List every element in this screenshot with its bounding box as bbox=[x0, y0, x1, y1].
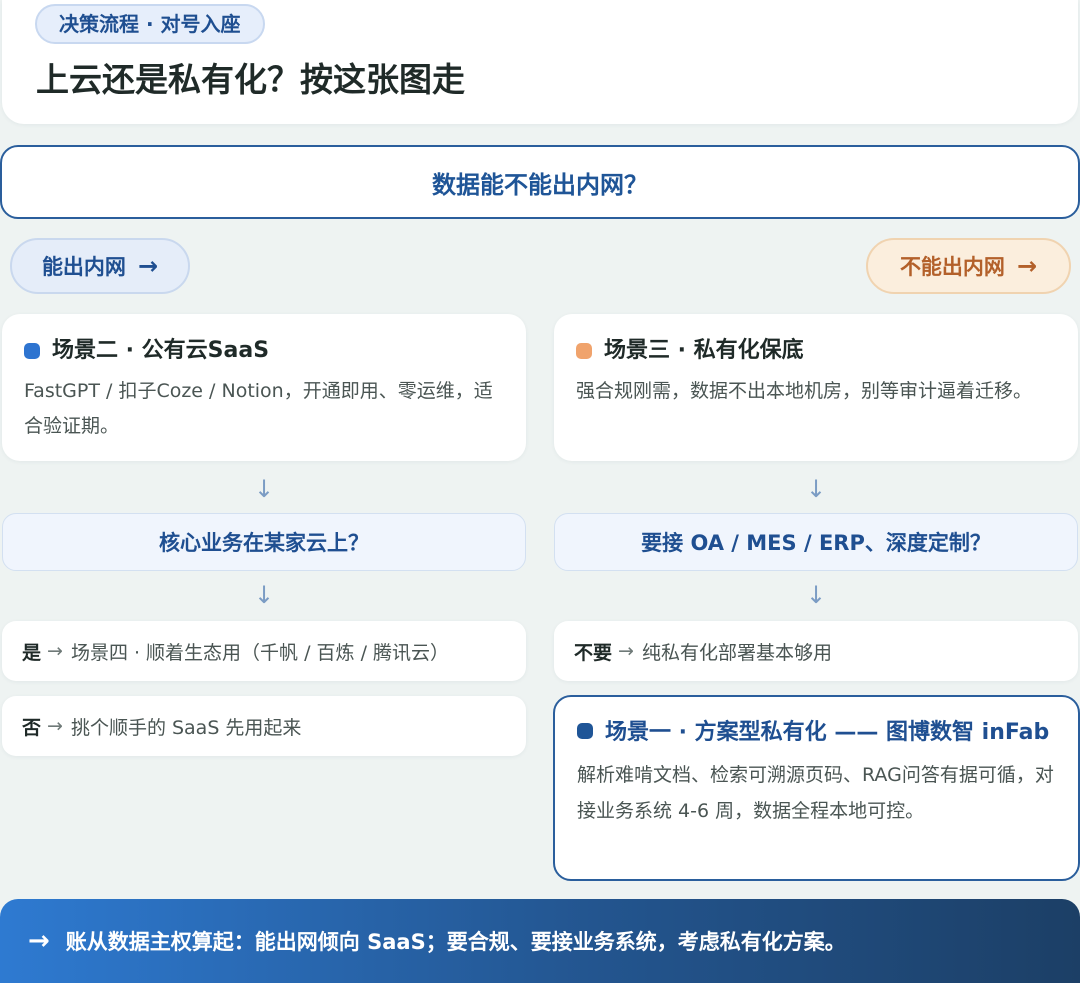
answer-no-key: 否 bbox=[22, 716, 42, 739]
arrow-right-icon: → bbox=[47, 640, 63, 662]
scenario-two-card: 场景二 · 公有云SaaS FastGPT / 扣子Coze / Notion，… bbox=[2, 314, 526, 461]
answer-not-needed-key: 不要 bbox=[574, 641, 613, 664]
arrow-down-icon: ↓ bbox=[805, 581, 827, 609]
root-question-box: 数据能不能出内网？ bbox=[0, 145, 1080, 219]
scenario-one-desc: 解析难啃文档、检索可溯源页码、RAG问答有据可循，对接业务系统 4-6 周，数据… bbox=[577, 764, 1054, 822]
answer-no-text: 挑个顺手的 SaaS 先用起来 bbox=[70, 716, 302, 739]
orange-dot-icon bbox=[576, 343, 592, 359]
branch-cannot-leave-network: 不能出内网 → bbox=[866, 238, 1071, 294]
right-sub-question: 要接 OA / MES / ERP、深度定制？ bbox=[554, 513, 1078, 571]
left-sub-question: 核心业务在某家云上？ bbox=[2, 513, 526, 571]
arrow-down-icon: ↓ bbox=[253, 581, 275, 609]
page-title: 上云还是私有化？按这张图走 bbox=[36, 60, 465, 99]
answer-yes-text: 场景四 · 顺着生态用（千帆 / 百炼 / 腾讯云） bbox=[70, 641, 450, 664]
scenario-three-desc: 强合规刚需，数据不出本地机房，别等审计逼着迁移。 bbox=[576, 380, 1033, 402]
blue-dot-icon bbox=[577, 723, 593, 739]
branch-right-label: 不能出内网 bbox=[899, 255, 1005, 279]
decision-flow-page: 决策流程 · 对号入座 上云还是私有化？按这张图走 数据能不能出内网？ 能出内网… bbox=[0, 0, 1080, 983]
scenario-two-title: 场景二 · 公有云SaaS bbox=[24, 336, 504, 366]
arrow-down-icon: ↓ bbox=[253, 475, 275, 503]
scenario-one-title-text: 场景一 · 方案型私有化 —— 图博数智 inFab bbox=[605, 720, 1050, 745]
scenario-three-title-text: 场景三 · 私有化保底 bbox=[604, 338, 804, 363]
scenario-two-title-text: 场景二 · 公有云SaaS bbox=[52, 338, 270, 363]
arrow-right-icon: → bbox=[28, 926, 50, 956]
answer-yes: 是 → 场景四 · 顺着生态用（千帆 / 百炼 / 腾讯云） bbox=[2, 621, 526, 681]
scenario-two-desc: FastGPT / 扣子Coze / Notion，开通即用、零运维，适合验证期… bbox=[24, 380, 493, 437]
arrow-right-icon: → bbox=[618, 640, 634, 662]
scenario-three-title: 场景三 · 私有化保底 bbox=[576, 336, 1056, 366]
branch-can-leave-network: 能出内网 → bbox=[10, 238, 190, 294]
answer-yes-key: 是 bbox=[22, 641, 42, 664]
header-card: 决策流程 · 对号入座 上云还是私有化？按这张图走 bbox=[2, 0, 1078, 124]
header-tag: 决策流程 · 对号入座 bbox=[35, 4, 265, 44]
scenario-one-title: 场景一 · 方案型私有化 —— 图博数智 inFab bbox=[577, 717, 1056, 748]
scenario-three-card: 场景三 · 私有化保底 强合规刚需，数据不出本地机房，别等审计逼着迁移。 bbox=[554, 314, 1078, 461]
answer-not-needed-text: 纯私有化部署基本够用 bbox=[641, 641, 832, 664]
blue-dot-icon bbox=[24, 343, 40, 359]
footer-banner: → 账从数据主权算起：能出网倾向 SaaS；要合规、要接业务系统，考虑私有化方案… bbox=[0, 899, 1080, 983]
answer-no: 否 → 挑个顺手的 SaaS 先用起来 bbox=[2, 696, 526, 756]
arrow-right-icon: → bbox=[137, 252, 159, 280]
branch-left-label: 能出内网 bbox=[41, 255, 126, 279]
footer-text: 账从数据主权算起：能出网倾向 SaaS；要合规、要接业务系统，考虑私有化方案。 bbox=[65, 930, 846, 954]
answer-not-needed: 不要 → 纯私有化部署基本够用 bbox=[554, 621, 1078, 681]
arrow-right-icon: → bbox=[1016, 252, 1038, 280]
arrow-right-icon: → bbox=[47, 715, 63, 737]
scenario-one-card: 场景一 · 方案型私有化 —— 图博数智 inFab 解析难啃文档、检索可溯源页… bbox=[553, 695, 1080, 881]
arrow-down-icon: ↓ bbox=[805, 475, 827, 503]
